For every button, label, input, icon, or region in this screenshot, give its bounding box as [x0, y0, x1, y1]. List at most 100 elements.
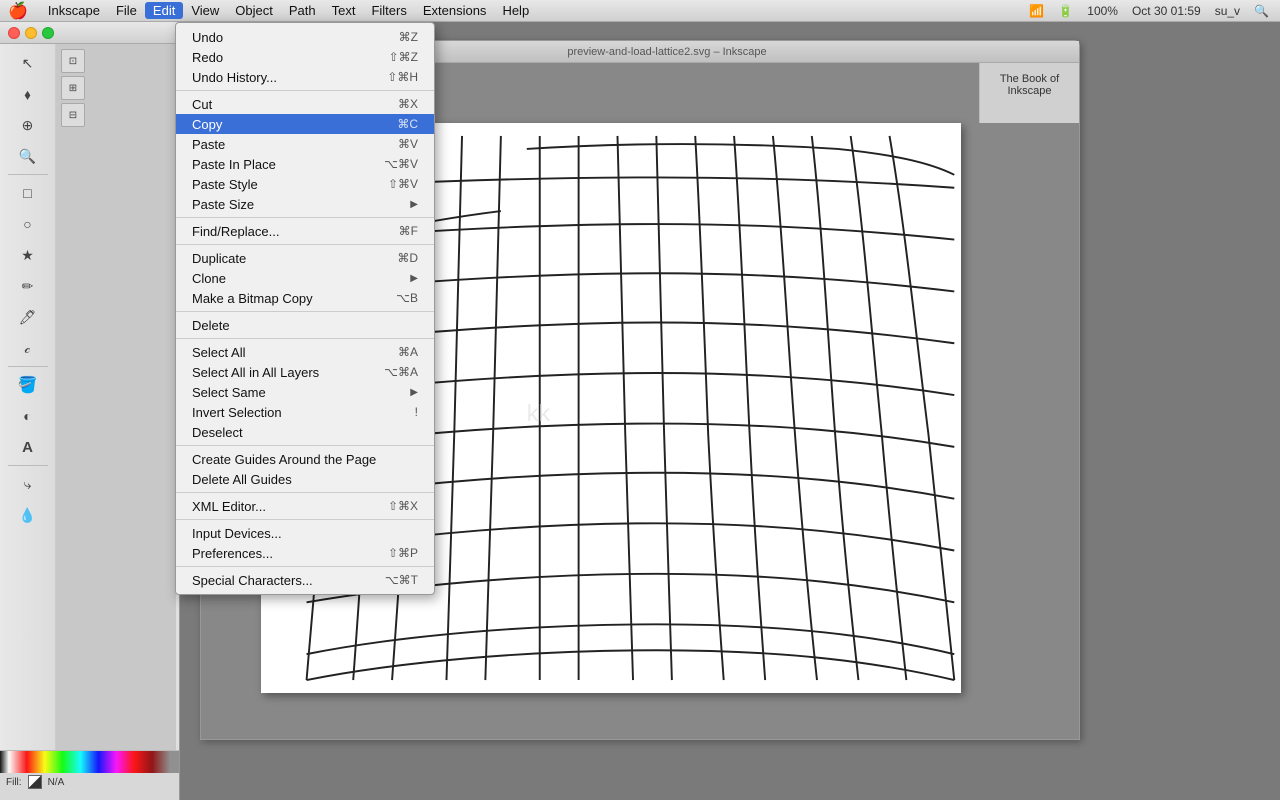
rect-tool[interactable]: □	[14, 179, 42, 207]
bottom-status: Fill: N/A	[0, 750, 179, 800]
username: su_v	[1212, 4, 1243, 18]
menu-item-copy[interactable]: Copy ⌘C	[176, 114, 434, 134]
menu-item-undo-label: Undo	[192, 30, 379, 45]
inkscape-main-partial: ↖ ⬧ ⊕ 🔍 □ ○ ★ ✏ 🖊 𝒸 🪣 ◐ A ⤷ 💧 ⊡ ⊞ ⊟ Fill…	[0, 22, 180, 800]
search-icon[interactable]: 🔍	[1251, 4, 1272, 18]
menubar-edit[interactable]: Edit	[145, 2, 183, 19]
pencil-tool[interactable]: ✏	[14, 272, 42, 300]
fill-swatch-inner	[29, 776, 41, 788]
node-tool[interactable]: ⬧	[14, 80, 42, 108]
pen-tool[interactable]: 🖊	[14, 303, 42, 331]
menu-item-bitmap-copy[interactable]: Make a Bitmap Copy ⌥B	[176, 288, 434, 308]
dropper-tool[interactable]: 💧	[14, 501, 42, 529]
menu-item-delete[interactable]: Delete	[176, 315, 434, 335]
separator-1	[176, 90, 434, 91]
menu-item-paste-size-label: Paste Size	[192, 197, 410, 212]
menubar-object[interactable]: Object	[227, 2, 281, 19]
separator-3	[176, 244, 434, 245]
menu-item-preferences-label: Preferences...	[192, 546, 368, 561]
svg-text:kk: kk	[527, 400, 551, 426]
menu-item-clone[interactable]: Clone ▶	[176, 268, 434, 288]
menu-shortcut-duplicate: ⌘D	[397, 251, 418, 265]
minimize-button[interactable]	[25, 27, 37, 39]
apple-menu[interactable]: 🍎	[8, 1, 28, 21]
menu-shortcut-undo: ⌘Z	[399, 30, 418, 44]
menu-shortcut-redo: ⇧⌘Z	[389, 50, 418, 64]
menu-item-input-devices[interactable]: Input Devices...	[176, 523, 434, 543]
menu-item-special-chars[interactable]: Special Characters... ⌥⌘T	[176, 570, 434, 590]
text-tool[interactable]: A	[14, 433, 42, 461]
menubar-inkscape[interactable]: Inkscape	[40, 2, 108, 19]
menu-item-invert-selection[interactable]: Invert Selection !	[176, 402, 434, 422]
menu-shortcut-select-all-layers: ⌥⌘A	[384, 365, 418, 379]
menu-shortcut-select-all: ⌘A	[398, 345, 418, 359]
zoom-tool[interactable]: 🔍	[14, 142, 42, 170]
menu-item-cut[interactable]: Cut ⌘X	[176, 94, 434, 114]
menu-item-deselect[interactable]: Deselect	[176, 422, 434, 442]
select-tool[interactable]: ↖	[14, 49, 42, 77]
separator-8	[176, 519, 434, 520]
menu-item-paste[interactable]: Paste ⌘V	[176, 134, 434, 154]
menu-item-find-replace[interactable]: Find/Replace... ⌘F	[176, 221, 434, 241]
menu-item-bitmap-copy-label: Make a Bitmap Copy	[192, 291, 376, 306]
color-bar[interactable]	[0, 751, 179, 773]
fill-tool[interactable]: 🪣	[14, 371, 42, 399]
connector-tool[interactable]: ⤷	[14, 470, 42, 498]
close-button[interactable]	[8, 27, 20, 39]
tweak-tool[interactable]: ⊕	[14, 111, 42, 139]
menu-item-paste-style[interactable]: Paste Style ⇧⌘V	[176, 174, 434, 194]
menubar-right: 📶 🔋 100% Oct 30 01:59 su_v 🔍	[1026, 4, 1272, 18]
separator-5	[176, 338, 434, 339]
menu-item-find-replace-label: Find/Replace...	[192, 224, 379, 239]
menu-shortcut-special-chars: ⌥⌘T	[385, 573, 418, 587]
menu-shortcut-bitmap-copy: ⌥B	[396, 291, 418, 305]
calligraphy-tool[interactable]: 𝒸	[14, 334, 42, 362]
menu-item-select-same[interactable]: Select Same ▶	[176, 382, 434, 402]
menu-item-redo-label: Redo	[192, 50, 369, 65]
menu-item-select-all-layers[interactable]: Select All in All Layers ⌥⌘A	[176, 362, 434, 382]
menubar-view[interactable]: View	[183, 2, 227, 19]
menubar: 🍎 Inkscape File Edit View Object Path Te…	[0, 0, 1280, 22]
menu-item-paste-size[interactable]: Paste Size ▶	[176, 194, 434, 214]
menubar-extensions[interactable]: Extensions	[415, 2, 495, 19]
menu-item-undo[interactable]: Undo ⌘Z	[176, 27, 434, 47]
inkscape-side-strip: ⊡ ⊞ ⊟	[56, 44, 176, 800]
maximize-button[interactable]	[42, 27, 54, 39]
menu-item-select-all[interactable]: Select All ⌘A	[176, 342, 434, 362]
snap-btn-2[interactable]: ⊞	[61, 76, 85, 100]
menubar-text[interactable]: Text	[324, 2, 364, 19]
menubar-help[interactable]: Help	[494, 2, 537, 19]
menu-item-delete-guides-label: Delete All Guides	[192, 472, 418, 487]
menubar-filters[interactable]: Filters	[363, 2, 414, 19]
snap-btn-1[interactable]: ⊡	[61, 49, 85, 73]
menu-shortcut-copy: ⌘C	[397, 117, 418, 131]
menu-item-xml-editor[interactable]: XML Editor... ⇧⌘X	[176, 496, 434, 516]
menu-item-redo[interactable]: Redo ⇧⌘Z	[176, 47, 434, 67]
menu-item-create-guides[interactable]: Create Guides Around the Page	[176, 449, 434, 469]
fill-value: N/A	[48, 777, 65, 788]
book-panel-line2: Inkscape	[986, 85, 1073, 97]
menu-item-delete-guides[interactable]: Delete All Guides	[176, 469, 434, 489]
menu-shortcut-xml-editor: ⇧⌘X	[388, 499, 418, 513]
menu-item-delete-label: Delete	[192, 318, 398, 333]
main-titlebar	[0, 22, 179, 44]
separator-4	[176, 311, 434, 312]
menu-item-paste-label: Paste	[192, 137, 378, 152]
menu-item-paste-in-place[interactable]: Paste In Place ⌥⌘V	[176, 154, 434, 174]
menubar-path[interactable]: Path	[281, 2, 324, 19]
circle-tool[interactable]: ○	[14, 210, 42, 238]
snap-btn-3[interactable]: ⊟	[61, 103, 85, 127]
gradient-tool[interactable]: ◐	[14, 402, 42, 430]
menu-shortcut-cut: ⌘X	[398, 97, 418, 111]
edit-dropdown-menu: Undo ⌘Z Redo ⇧⌘Z Undo History... ⇧⌘H Cut…	[175, 22, 435, 595]
clock: Oct 30 01:59	[1129, 4, 1204, 18]
menu-item-undo-history[interactable]: Undo History... ⇧⌘H	[176, 67, 434, 87]
menu-item-preferences[interactable]: Preferences... ⇧⌘P	[176, 543, 434, 563]
fill-swatch[interactable]	[28, 775, 42, 789]
menu-item-paste-style-label: Paste Style	[192, 177, 368, 192]
menubar-file[interactable]: File	[108, 2, 145, 19]
menu-shortcut-find-replace: ⌘F	[399, 224, 418, 238]
star-tool[interactable]: ★	[14, 241, 42, 269]
menu-item-input-devices-label: Input Devices...	[192, 526, 418, 541]
menu-item-duplicate[interactable]: Duplicate ⌘D	[176, 248, 434, 268]
